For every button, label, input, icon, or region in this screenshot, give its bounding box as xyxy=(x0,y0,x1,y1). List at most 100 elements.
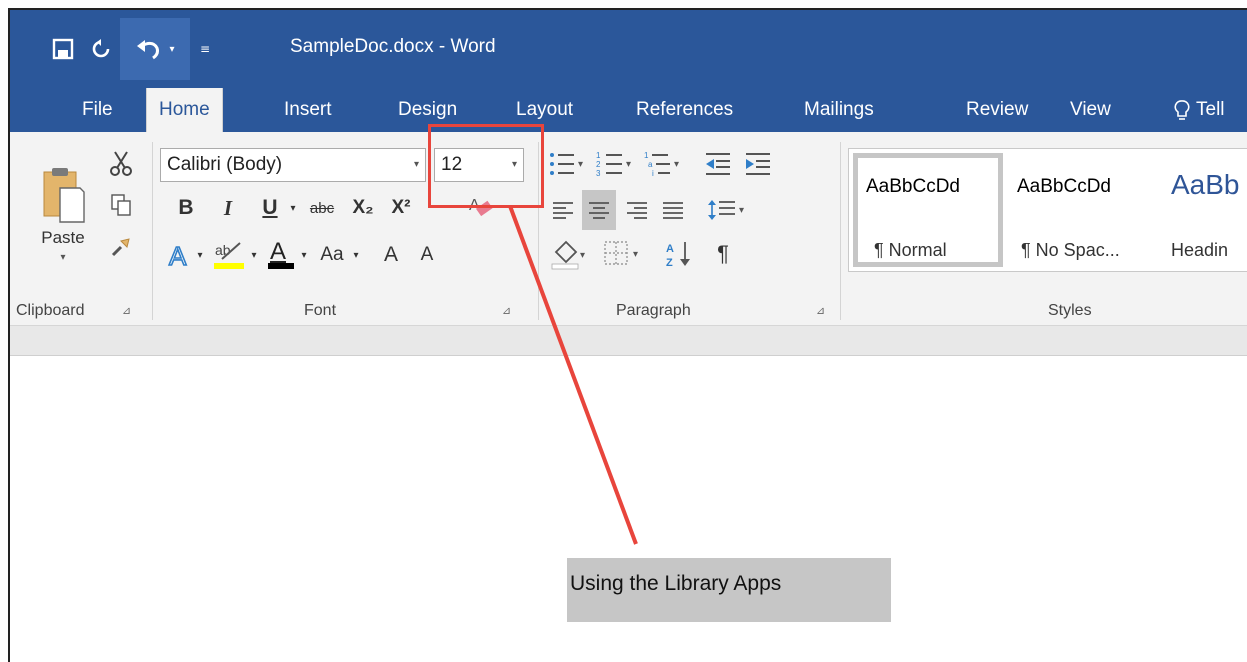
undo-dropdown-icon[interactable]: ▾ xyxy=(169,44,174,55)
style-heading[interactable]: AaBb Headin xyxy=(1163,153,1247,267)
save-button[interactable] xyxy=(44,29,82,69)
sort-button[interactable]: A Z xyxy=(662,236,696,272)
font-name-value: Calibri (Body) xyxy=(167,154,283,175)
group-separator xyxy=(840,142,841,320)
decrease-indent-icon xyxy=(706,153,730,175)
align-center-button[interactable] xyxy=(582,190,616,230)
bullets-button[interactable]: ▾ xyxy=(546,146,590,182)
style-no-spacing[interactable]: AaBbCcDd ¶ No Spac... xyxy=(1009,153,1159,267)
shrink-font-button[interactable]: A xyxy=(412,238,442,272)
paste-button[interactable]: Paste ▾ xyxy=(32,144,94,284)
repeat-icon xyxy=(92,39,110,58)
paragraph-launcher-icon[interactable]: ⊿ xyxy=(816,304,825,317)
change-case-button[interactable]: Aa xyxy=(314,238,350,272)
paintbrush-icon xyxy=(111,238,130,257)
annotation-highlight-box xyxy=(428,124,544,208)
scissors-icon xyxy=(110,151,132,176)
italic-button[interactable]: I xyxy=(212,192,244,224)
ribbon-tabs: File Home Insert Design Layout Reference… xyxy=(10,88,1247,136)
cut-button[interactable] xyxy=(104,146,138,180)
font-color-button[interactable]: A xyxy=(264,236,298,272)
style-name: ¶ No Spac... xyxy=(1021,240,1120,260)
highlight-button[interactable]: ab xyxy=(210,236,248,272)
copy-button[interactable] xyxy=(104,188,138,222)
paste-label: Paste xyxy=(41,227,85,247)
style-name: ¶ Normal xyxy=(874,240,947,260)
tab-insert[interactable]: Insert xyxy=(272,88,344,132)
tell-me-box[interactable]: Tell xyxy=(1162,88,1237,132)
text-effects-icon: A xyxy=(168,241,188,269)
clipboard-group-label: Clipboard xyxy=(16,302,85,319)
quick-access-toolbar: ▾ ≡ xyxy=(10,18,220,80)
repeat-button[interactable] xyxy=(82,29,120,69)
selected-text[interactable]: Using the Library Apps xyxy=(567,558,891,622)
style-normal[interactable]: AaBbCcDd ¶ Normal xyxy=(853,153,1003,267)
font-color-dropdown-icon[interactable]: ▾ xyxy=(298,238,310,272)
clipboard-launcher-icon[interactable]: ⊿ xyxy=(122,304,131,317)
align-left-button[interactable] xyxy=(546,192,580,228)
highlighter-icon: ab xyxy=(214,242,244,269)
customize-qat-button[interactable]: ≡ xyxy=(190,29,220,69)
justify-button[interactable] xyxy=(656,192,690,228)
font-name-combobox[interactable]: Calibri (Body) ▾ xyxy=(160,148,426,182)
sort-icon: A Z xyxy=(666,242,690,268)
line-spacing-button[interactable]: ▾ xyxy=(704,192,752,228)
ruler-area xyxy=(10,326,1247,356)
svg-text:i: i xyxy=(652,169,654,178)
bullet-list-icon: ▾ xyxy=(550,153,583,175)
change-case-dropdown-icon[interactable]: ▾ xyxy=(350,238,362,272)
style-sample: AaBbCcDd xyxy=(1017,176,1111,197)
svg-text:A: A xyxy=(666,243,674,255)
document-canvas[interactable]: Using the Library Apps xyxy=(10,356,1247,662)
decrease-indent-button[interactable] xyxy=(700,146,736,182)
svg-text:2: 2 xyxy=(596,160,601,169)
show-hide-marks-button[interactable]: ¶ xyxy=(706,236,740,272)
title-bar: ▾ ≡ SampleDoc.docx - Word xyxy=(10,10,1247,88)
tab-file[interactable]: File xyxy=(70,88,125,132)
group-separator xyxy=(152,142,153,320)
styles-group-label: Styles xyxy=(1048,302,1092,319)
svg-text:Z: Z xyxy=(666,257,673,268)
shading-button[interactable]: ▾ xyxy=(548,236,592,272)
style-sample: AaBbCcDd xyxy=(866,176,960,197)
borders-icon: ▾ xyxy=(604,241,638,265)
align-right-icon xyxy=(627,202,647,219)
borders-button[interactable]: ▾ xyxy=(600,236,648,272)
paragraph-group-label: Paragraph xyxy=(616,302,691,319)
align-center-icon xyxy=(589,202,609,219)
svg-text:A: A xyxy=(169,241,187,269)
multilevel-list-icon: 1 a i ▾ xyxy=(644,151,679,178)
svg-text:3: 3 xyxy=(596,169,601,178)
tab-home[interactable]: Home xyxy=(146,88,223,136)
subscript-button[interactable]: X₂ xyxy=(346,192,380,224)
styles-gallery: AaBbCcDd ¶ Normal AaBbCcDd ¶ No Spac... … xyxy=(848,148,1247,272)
paint-bucket-icon: ▾ xyxy=(551,240,585,270)
multilevel-list-button[interactable]: 1 a i ▾ xyxy=(642,146,686,182)
paste-dropdown-icon[interactable]: ▾ xyxy=(60,252,65,263)
superscript-button[interactable]: X² xyxy=(384,192,418,224)
text-effects-button[interactable]: A xyxy=(166,238,194,272)
style-name: Headin xyxy=(1171,240,1229,260)
svg-text:▾: ▾ xyxy=(578,159,583,170)
format-painter-button[interactable] xyxy=(104,230,138,264)
tab-view[interactable]: View xyxy=(1058,88,1123,132)
tab-references[interactable]: References xyxy=(624,88,745,132)
font-color-icon: A xyxy=(268,238,294,269)
font-launcher-icon[interactable]: ⊿ xyxy=(502,304,511,317)
svg-text:▾: ▾ xyxy=(739,205,744,216)
increase-indent-button[interactable] xyxy=(740,146,776,182)
text-effects-dropdown-icon[interactable]: ▾ xyxy=(194,238,206,272)
underline-dropdown-icon[interactable]: ▾ xyxy=(286,192,300,224)
bold-button[interactable]: B xyxy=(170,192,202,224)
tab-mailings[interactable]: Mailings xyxy=(792,88,886,132)
increase-indent-icon xyxy=(746,153,770,175)
align-right-button[interactable] xyxy=(620,192,654,228)
font-name-dropdown-icon[interactable]: ▾ xyxy=(414,149,419,181)
highlight-dropdown-icon[interactable]: ▾ xyxy=(248,238,260,272)
underline-button[interactable]: U xyxy=(254,192,286,224)
grow-font-button[interactable]: A xyxy=(376,238,406,272)
strikethrough-button[interactable]: abc xyxy=(302,192,342,224)
undo-button[interactable]: ▾ xyxy=(120,18,190,80)
numbering-button[interactable]: 1 2 3 ▾ xyxy=(594,146,638,182)
tab-review[interactable]: Review xyxy=(954,88,1040,132)
